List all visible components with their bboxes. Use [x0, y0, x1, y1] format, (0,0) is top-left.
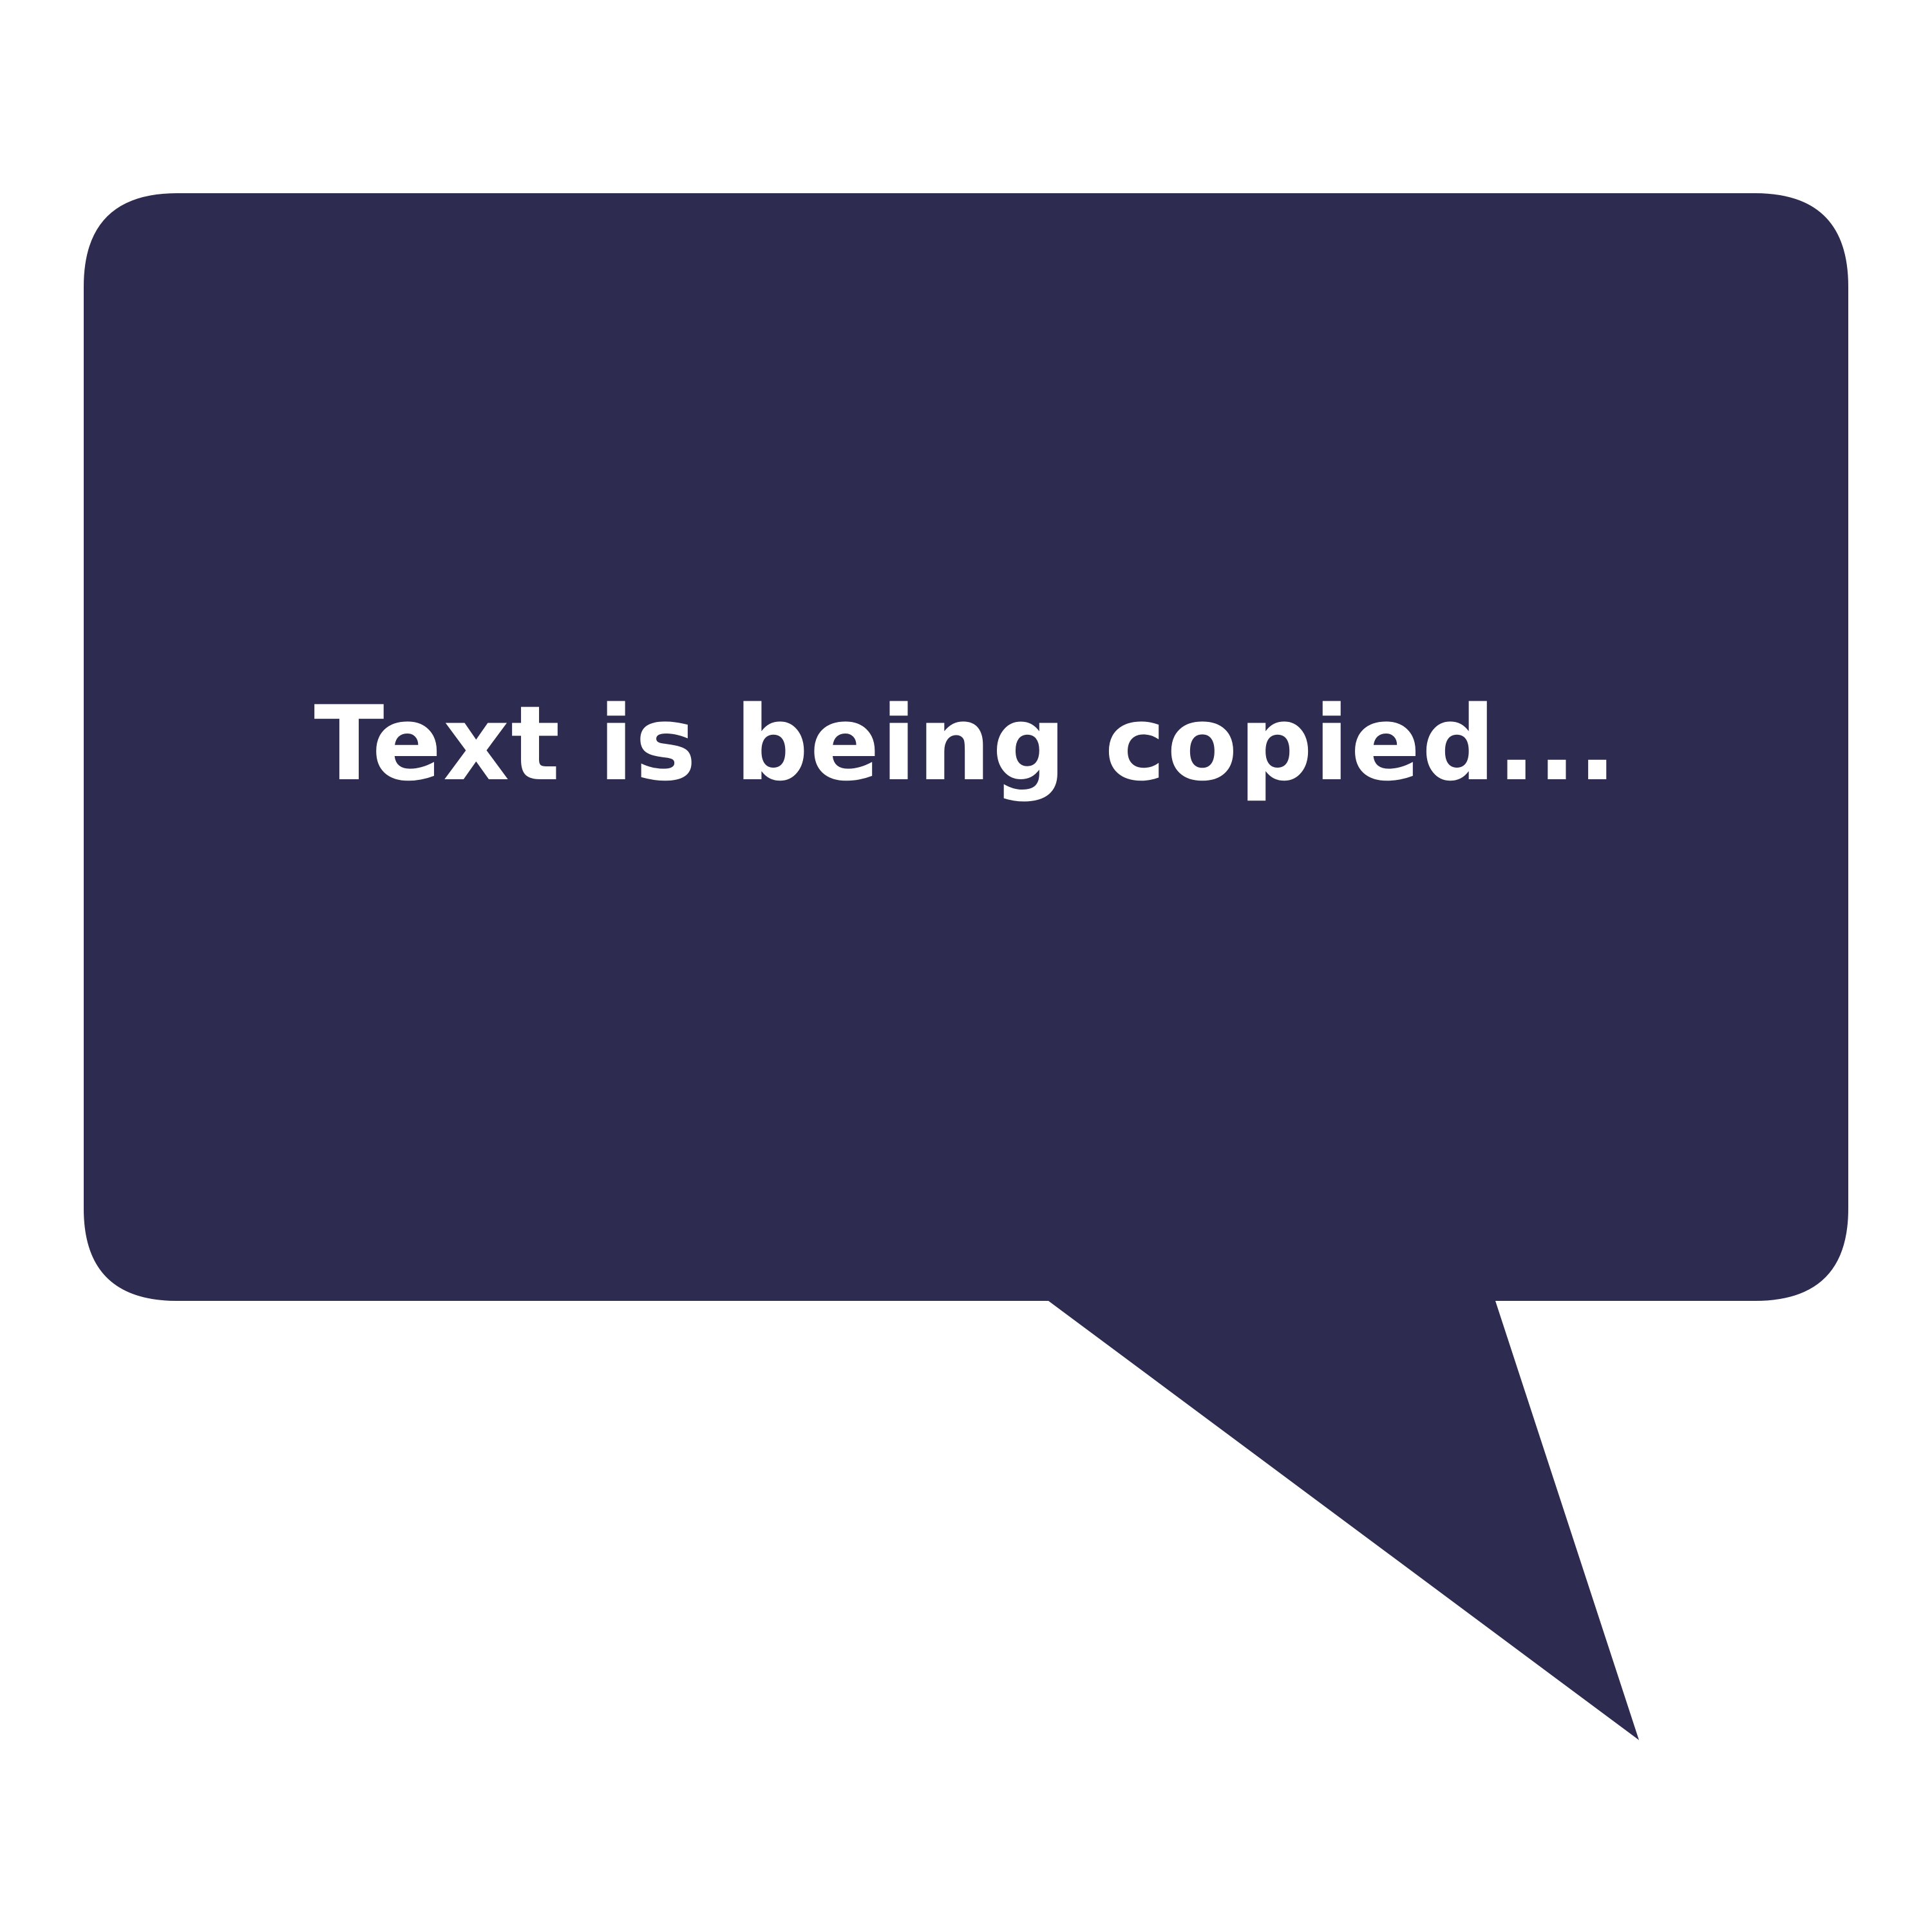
speech-bubble — [84, 193, 1848, 1740]
speech-bubble-shape — [84, 193, 1848, 1740]
bubble-message: Text is being copied... — [314, 683, 1618, 804]
canvas: Text is being copied... — [0, 0, 1932, 1932]
